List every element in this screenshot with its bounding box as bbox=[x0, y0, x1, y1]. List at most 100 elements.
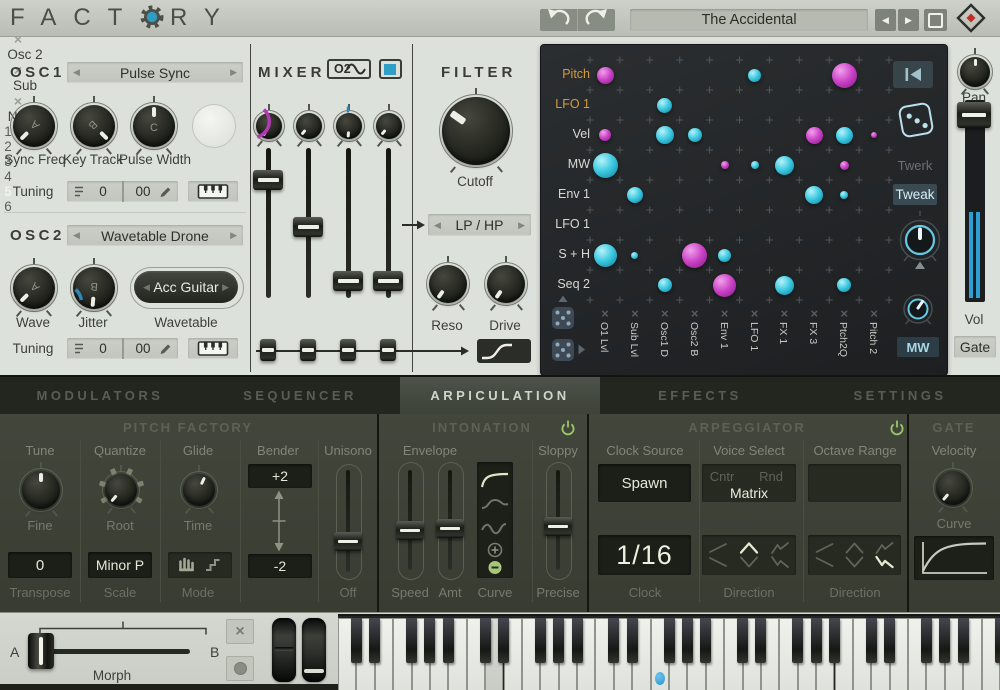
tab-settings[interactable]: SETTINGS bbox=[800, 377, 1000, 414]
osc2-cents-value[interactable]: 00 bbox=[130, 341, 156, 356]
curve-display[interactable] bbox=[477, 462, 513, 578]
matrix-mod-dot[interactable] bbox=[599, 129, 611, 141]
matrix-col-label[interactable]: LFO 1 bbox=[748, 322, 760, 351]
quantize-knob[interactable] bbox=[102, 471, 140, 509]
drive-shape-button[interactable] bbox=[477, 339, 531, 363]
chevron-right-icon[interactable]: ▶ bbox=[222, 282, 229, 293]
unisono-fader[interactable] bbox=[334, 532, 362, 551]
matrix-col-clear-icon[interactable]: × bbox=[661, 306, 669, 321]
octave-option[interactable]: 4 bbox=[0, 169, 16, 184]
chevron-left-icon[interactable]: ◀ bbox=[73, 230, 80, 241]
speed-fader[interactable] bbox=[396, 521, 424, 540]
gate-curve-display[interactable] bbox=[914, 536, 994, 580]
black-key[interactable] bbox=[792, 618, 803, 663]
mixer-send-handle[interactable] bbox=[340, 339, 356, 361]
matrix-col-clear-icon[interactable]: × bbox=[870, 306, 878, 321]
matrix-row-label[interactable]: Env 1 bbox=[540, 187, 590, 201]
gate-velocity-knob[interactable] bbox=[933, 468, 973, 508]
mod-wheel[interactable] bbox=[302, 618, 326, 682]
pan-knob[interactable] bbox=[957, 54, 993, 90]
osc1-semitone-value[interactable]: 0 bbox=[90, 184, 116, 199]
matrix-reset-button[interactable] bbox=[893, 61, 933, 88]
osc1-cents-value[interactable]: 00 bbox=[130, 184, 156, 199]
pitch-wheel[interactable] bbox=[272, 618, 296, 682]
mixer-osc1-fader[interactable] bbox=[253, 170, 283, 190]
clock-value[interactable]: 1/16 bbox=[598, 535, 691, 575]
matrix-mod-dot[interactable] bbox=[748, 69, 761, 82]
glide-knob[interactable] bbox=[180, 471, 218, 509]
tweak-button[interactable]: Tweak bbox=[893, 184, 937, 205]
matrix-col-label[interactable]: Pitch 2 bbox=[867, 322, 879, 354]
tab-modulators[interactable]: MODULATORS bbox=[0, 377, 200, 414]
preset-prev-button[interactable]: ◀ bbox=[875, 9, 896, 31]
osc2-mode-select[interactable]: ◀ Wavetable Drone ▶ bbox=[67, 225, 243, 246]
matrix-mod-dot[interactable] bbox=[658, 278, 672, 292]
black-key[interactable] bbox=[627, 618, 638, 663]
tab-effects[interactable]: EFFECTS bbox=[600, 377, 800, 414]
matrix-row-label[interactable]: LFO 1 bbox=[540, 217, 590, 231]
matrix-col-label[interactable]: Osc2 B bbox=[688, 322, 700, 356]
morph-record-button[interactable] bbox=[226, 656, 254, 681]
redo-button[interactable] bbox=[578, 9, 615, 31]
fader-track[interactable] bbox=[346, 470, 350, 572]
black-key[interactable] bbox=[443, 618, 454, 663]
matrix-mod-dot[interactable] bbox=[775, 276, 794, 295]
octave-range-box[interactable] bbox=[808, 464, 901, 502]
black-key[interactable] bbox=[939, 618, 950, 663]
black-key[interactable] bbox=[682, 618, 693, 663]
black-key[interactable] bbox=[737, 618, 748, 663]
mixer-noise-fader[interactable] bbox=[373, 271, 403, 291]
matrix-col-clear-icon[interactable]: × bbox=[601, 306, 609, 321]
matrix-col-label[interactable]: Ptch2Q bbox=[837, 322, 849, 357]
matrix-row-label[interactable]: Pitch bbox=[540, 67, 590, 81]
matrix-col-label[interactable]: Sub Lvl bbox=[628, 322, 640, 357]
matrix-mod-dot[interactable] bbox=[656, 126, 674, 144]
chevron-left-icon[interactable]: ◀ bbox=[143, 282, 150, 293]
undo-button[interactable] bbox=[540, 9, 578, 31]
matrix-mod-dot[interactable] bbox=[657, 98, 672, 113]
black-key[interactable] bbox=[829, 618, 840, 663]
matrix-mod-dot[interactable] bbox=[593, 153, 618, 178]
preset-name-field[interactable]: The Accidental bbox=[630, 9, 868, 31]
matrix-col-label[interactable]: FX 1 bbox=[777, 322, 789, 344]
matrix-col-clear-icon[interactable]: × bbox=[751, 306, 759, 321]
preset-next-button[interactable]: ▶ bbox=[898, 9, 919, 31]
drive-knob[interactable] bbox=[484, 262, 528, 306]
matrix-col-label[interactable]: Env 1 bbox=[718, 322, 730, 349]
mixer-sub-fader[interactable] bbox=[333, 271, 363, 291]
matrix-col-clear-icon[interactable]: × bbox=[691, 306, 699, 321]
matrix-mod-dot[interactable] bbox=[840, 161, 849, 170]
sync-freq-knob[interactable]: A bbox=[10, 102, 58, 150]
matrix-col-clear-icon[interactable]: × bbox=[721, 306, 729, 321]
matrix-mod-dot[interactable] bbox=[721, 161, 729, 169]
black-key[interactable] bbox=[921, 618, 932, 663]
black-key[interactable] bbox=[369, 618, 380, 663]
matrix-mod-dot[interactable] bbox=[631, 252, 638, 259]
scale-value[interactable]: Minor P bbox=[88, 552, 152, 578]
matrix-mod-dot[interactable] bbox=[627, 187, 643, 203]
matrix-col-label[interactable]: O1 Lvl bbox=[598, 322, 610, 352]
clock-source-value[interactable]: Spawn bbox=[598, 464, 691, 502]
black-key[interactable] bbox=[608, 618, 619, 663]
direction-box-1[interactable] bbox=[702, 535, 796, 575]
wave-knob[interactable]: A bbox=[10, 264, 58, 312]
chevron-right-icon[interactable]: ▶ bbox=[230, 67, 237, 78]
matrix-mod-dot[interactable] bbox=[718, 249, 731, 262]
matrix-mod-dot[interactable] bbox=[594, 244, 617, 267]
voice-option-cntr[interactable]: Cntr bbox=[710, 469, 735, 484]
black-key[interactable] bbox=[498, 618, 509, 663]
bend-down-value[interactable]: -2 bbox=[248, 554, 312, 578]
matrix-col-clear-icon[interactable]: × bbox=[811, 306, 819, 321]
wavetable-select[interactable]: ◀ Acc Guitar ▶ bbox=[134, 271, 238, 303]
black-key[interactable] bbox=[480, 618, 491, 663]
matrix-mod-dot[interactable] bbox=[832, 63, 857, 88]
black-key[interactable] bbox=[351, 618, 362, 663]
matrix-mod-dot[interactable] bbox=[836, 127, 853, 144]
matrix-col-label[interactable]: FX 3 bbox=[807, 322, 819, 344]
mixer-send-handle[interactable] bbox=[380, 339, 396, 361]
black-key[interactable] bbox=[424, 618, 435, 663]
matrix-mod-dot[interactable] bbox=[713, 274, 736, 297]
fader-track[interactable] bbox=[408, 470, 412, 570]
matrix-mod-dot[interactable] bbox=[682, 243, 707, 268]
matrix-row-label[interactable]: Vel bbox=[540, 127, 590, 141]
